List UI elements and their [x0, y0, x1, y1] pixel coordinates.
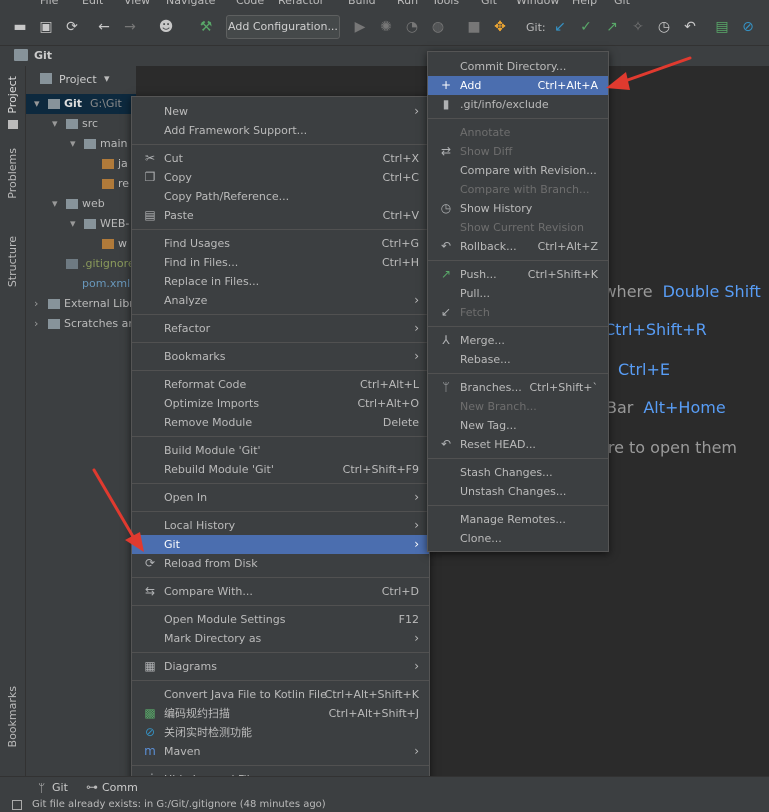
annotation-arrows	[92, 56, 692, 552]
annotation-arrowhead-git	[125, 532, 144, 552]
annotation-arrowhead-add	[606, 72, 630, 90]
annotation-arrow-git-line	[92, 468, 137, 542]
annotation-arrow-add-line	[620, 56, 692, 84]
